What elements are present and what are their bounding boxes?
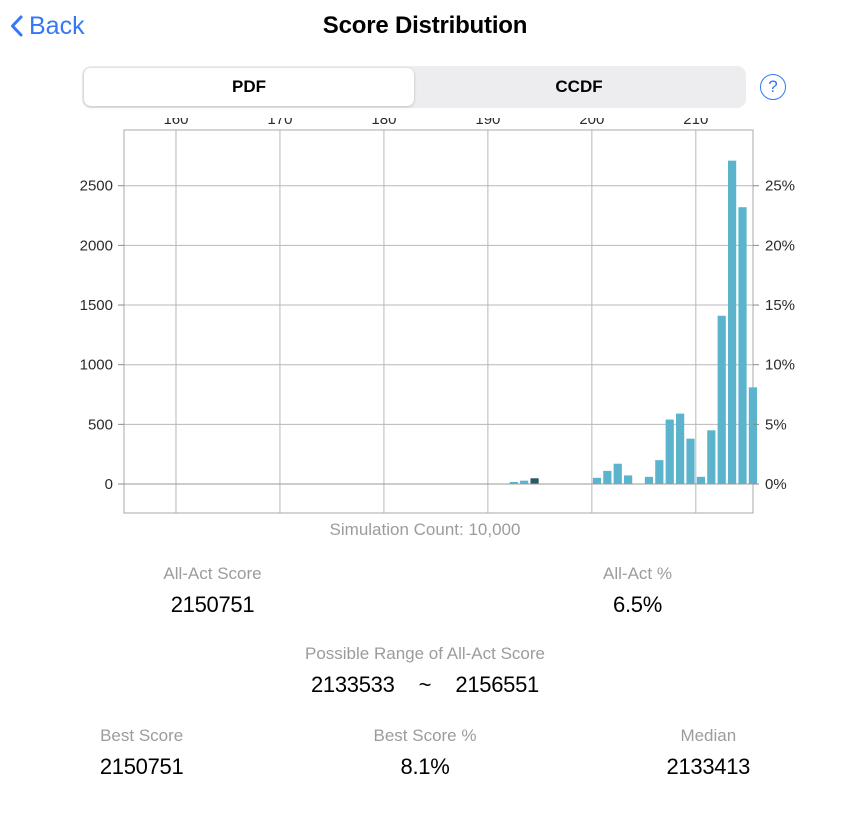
simulation-count: Simulation Count: 10,000 <box>329 520 521 539</box>
y2-axis-tick-label: 5% <box>765 416 787 433</box>
y-axis-tick-label: 500 <box>88 416 113 433</box>
median-block: Median 2133413 <box>567 726 850 780</box>
histogram-svg: 0 500 1000 1500 2000 2500 0% 5% 10% 15% 20% 25% 160 1… <box>80 118 795 514</box>
histogram-bar <box>728 160 737 485</box>
histogram-bar <box>665 419 674 484</box>
all-act-pct-block: All-Act % 6.5% <box>425 564 850 618</box>
histogram-bar <box>592 477 602 484</box>
x-axis-tick-label: 200 <box>579 118 604 128</box>
histogram-bar-highlighted <box>530 478 539 484</box>
help-icon[interactable]: ? <box>760 74 786 100</box>
summary-row: Best Score 2150751 Best Score % 8.1% Med… <box>0 726 850 780</box>
histogram-bar <box>717 315 726 484</box>
y-axis-tick-label: 1500 <box>80 297 113 314</box>
y-axis-tick-label: 0 <box>105 476 113 493</box>
best-score-pct-value: 8.1% <box>400 754 450 779</box>
all-act-score-value: 2150751 <box>170 592 255 617</box>
all-act-score-block: All-Act Score 2150751 <box>0 564 425 618</box>
tab-pdf[interactable]: PDF <box>84 68 414 106</box>
histogram-bar <box>603 470 612 484</box>
possible-range-label: Possible Range of All-Act Score <box>304 644 545 663</box>
histogram-bar <box>624 475 633 484</box>
all-act-score-label: All-Act Score <box>163 564 262 583</box>
histogram-bar <box>686 438 695 484</box>
y2-axis-tick-label: 20% <box>765 237 795 254</box>
histogram-bar <box>655 460 664 484</box>
y-axis-tick-label: 2000 <box>80 237 113 254</box>
possible-range-block: Possible Range of All-Act Score 2133533 … <box>0 644 850 698</box>
back-button[interactable]: Back <box>10 12 85 41</box>
x-axis-tick-label: 160 <box>163 118 188 128</box>
histogram-bar <box>738 207 747 484</box>
histogram-bar <box>748 387 757 484</box>
x-axis-tick-label: 180 <box>371 118 396 128</box>
y2-axis-tick-label: 0% <box>765 476 787 493</box>
all-act-row: All-Act Score 2150751 All-Act % 6.5% <box>0 564 850 618</box>
x-axis-tick-label: 210 <box>683 118 708 128</box>
histogram-bar <box>520 480 529 484</box>
histogram-bar <box>644 476 654 484</box>
plot-frame <box>123 129 754 514</box>
score-distribution-chart: 0 500 1000 1500 2000 2500 0% 5% 10% 15% 20% 25% 160 1… <box>0 118 850 518</box>
back-button-label: Back <box>29 11 85 40</box>
range-max-value: 2156551 <box>455 672 539 697</box>
best-score-pct-label: Best Score % <box>373 726 477 745</box>
possible-range-values: 2133533 ~ 2156551 <box>0 672 850 698</box>
best-score-block: Best Score 2150751 <box>0 726 283 780</box>
y2-axis-tick-label: 15% <box>765 297 795 314</box>
histogram-bar <box>613 463 622 484</box>
segmented-control[interactable]: PDF CCDF <box>82 66 746 108</box>
histogram-bar <box>676 413 685 484</box>
x-axis-tick-label: 170 <box>267 118 292 128</box>
median-value: 2133413 <box>666 754 751 779</box>
tab-ccdf[interactable]: CCDF <box>414 68 744 106</box>
page-title: Score Distribution <box>322 12 528 39</box>
x-axis-tick-label: 190 <box>475 118 500 128</box>
y-axis-tick-label: 2500 <box>80 178 113 195</box>
histogram-bar <box>707 430 716 484</box>
range-min-value: 2133533 <box>311 672 395 697</box>
chevron-left-icon <box>10 15 23 37</box>
all-act-pct-label: All-Act % <box>603 564 672 583</box>
y2-axis-tick-label: 25% <box>765 178 795 195</box>
best-score-label: Best Score <box>100 726 184 745</box>
view-mode-row: PDF CCDF ? <box>0 52 850 108</box>
y2-axis-tick-label: 10% <box>765 357 795 374</box>
best-score-value: 2150751 <box>99 754 184 779</box>
y-axis-tick-label: 1000 <box>80 357 113 374</box>
navigation-bar: Back Score Distribution <box>0 0 850 52</box>
all-act-pct-value: 6.5% <box>613 592 662 617</box>
median-label: Median <box>680 726 737 745</box>
best-score-pct-block: Best Score % 8.1% <box>283 726 566 780</box>
histogram-bar <box>696 476 706 484</box>
range-separator: ~ <box>418 672 432 697</box>
